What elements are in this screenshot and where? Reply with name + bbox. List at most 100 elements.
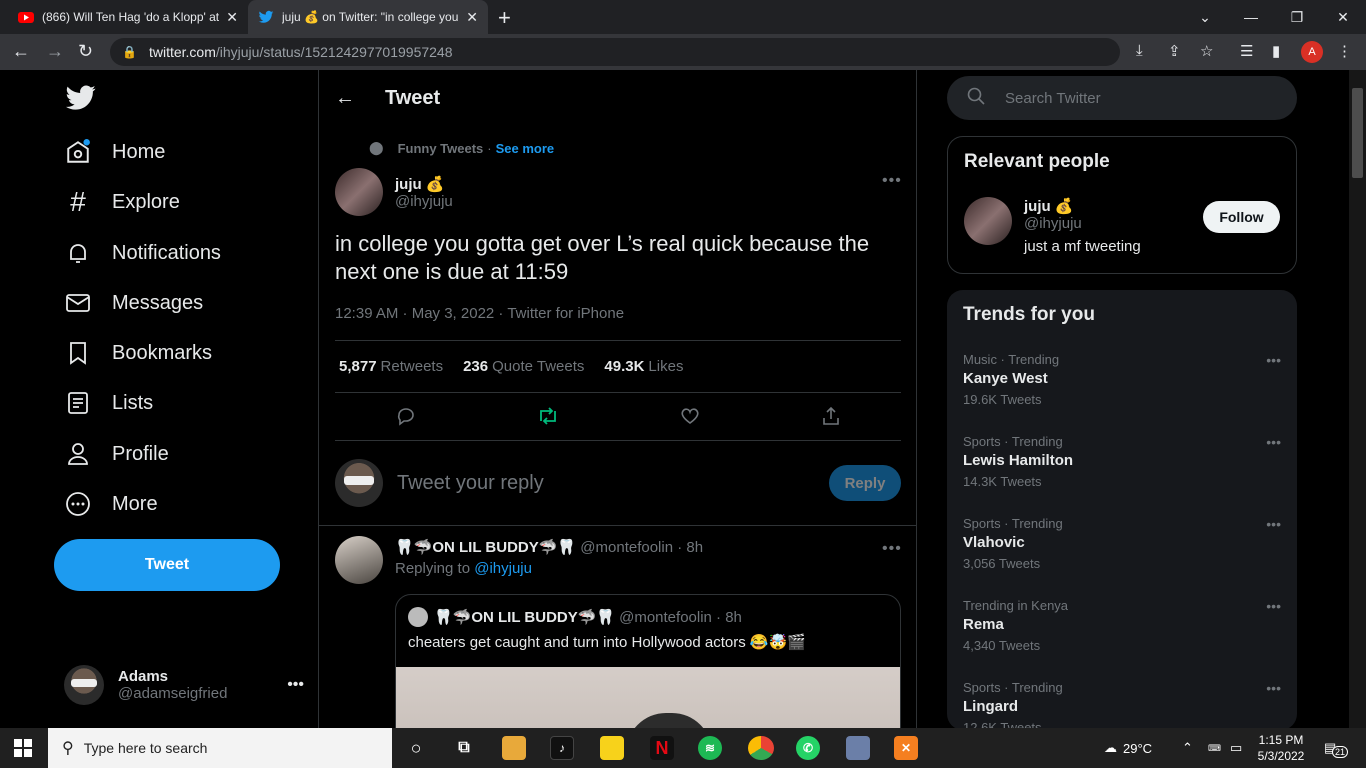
page-scrollbar[interactable]	[1349, 70, 1366, 728]
reply-icon[interactable]	[396, 406, 416, 431]
xampp-icon[interactable]: ✕	[894, 736, 918, 760]
install-icon[interactable]: ⤓	[1136, 42, 1143, 59]
see-more-link[interactable]: See more	[496, 141, 555, 156]
relevant-person[interactable]: juju 💰 @ihyjuju just a mf tweeting	[964, 197, 1141, 255]
retweet-count[interactable]: 5,877	[339, 358, 377, 375]
battery-icon[interactable]: ▭	[1230, 728, 1242, 768]
reply-input[interactable]: Tweet your reply	[397, 472, 829, 495]
reply-author-name[interactable]: 🦷🦈ON LIL BUDDY🦈🦷	[395, 539, 576, 556]
trend-item[interactable]: Sports · Trending Lewis Hamilton 14.3K T…	[963, 434, 1281, 489]
trend-item[interactable]: Sports · Trending Vlahovic 3,056 Tweets …	[963, 516, 1281, 571]
close-window-icon[interactable]: ✕	[1320, 0, 1366, 34]
spotify-icon[interactable]: ≋	[698, 736, 722, 760]
chrome-icon[interactable]	[748, 736, 774, 760]
more-dots-icon[interactable]: •••	[1266, 680, 1281, 696]
media-control-icon[interactable]: ☰	[1240, 42, 1253, 60]
back-arrow-icon[interactable]: ←	[12, 41, 30, 62]
forward-arrow-icon[interactable]: →	[46, 41, 64, 62]
tweet-meta[interactable]: 12:39 AM · May 3, 2022 · Twitter for iPh…	[335, 305, 624, 322]
like-label[interactable]: Likes	[648, 358, 683, 375]
author-name[interactable]: juju 💰	[395, 175, 453, 193]
avatar[interactable]	[335, 168, 383, 216]
trend-item[interactable]: Music · Trending Kanye West 19.6K Tweets…	[963, 352, 1281, 407]
more-dots-icon[interactable]: •••	[882, 540, 902, 558]
taskbar-search[interactable]: ⚲ Type here to search	[48, 728, 392, 768]
sidebar-item-notifications[interactable]: Notifications	[64, 239, 221, 267]
quoted-tweet[interactable]: 🦷🦈ON LIL BUDDY🦈🦷 @montefoolin · 8h cheat…	[395, 594, 901, 728]
tweet-button[interactable]: Tweet	[54, 539, 280, 591]
minimize-icon[interactable]: —	[1228, 0, 1274, 34]
retweet-label[interactable]: Retweets	[381, 358, 444, 375]
reply-button[interactable]: Reply	[829, 465, 901, 501]
more-dots-icon[interactable]: •••	[1266, 516, 1281, 532]
browser-tab-youtube[interactable]: (866) Will Ten Hag 'do a Klopp' at ✕	[8, 0, 248, 34]
sidebar-item-lists[interactable]: Lists	[64, 389, 153, 417]
retweet-icon[interactable]	[537, 406, 559, 431]
sidebar-item-home[interactable]: Home	[64, 138, 165, 166]
more-dots-icon[interactable]: •••	[287, 676, 304, 694]
sidebar-item-explore[interactable]: # Explore	[64, 186, 180, 217]
trend-item[interactable]: Trending in Kenya Rema 4,340 Tweets •••	[963, 598, 1281, 653]
sidebar-item-bookmarks[interactable]: Bookmarks	[64, 339, 212, 367]
close-tab-icon[interactable]: ✕	[226, 9, 238, 26]
close-tab-icon[interactable]: ✕	[466, 9, 478, 26]
notification-center-icon[interactable]: ▤ 21	[1324, 728, 1349, 768]
side-panel-icon[interactable]: ▮	[1272, 42, 1280, 60]
netflix-icon[interactable]: N	[650, 736, 674, 760]
windows-start-icon[interactable]	[14, 739, 32, 762]
photos-app-icon[interactable]	[846, 736, 870, 760]
trend-item[interactable]: Sports · Trending Lingard 12.6K Tweets •…	[963, 680, 1281, 730]
topic-name[interactable]: Funny Tweets	[398, 141, 484, 156]
list-icon	[64, 389, 92, 417]
more-dots-icon[interactable]: •••	[1266, 434, 1281, 450]
more-dots-icon[interactable]: •••	[1266, 352, 1281, 368]
quote-media-image[interactable]	[396, 667, 900, 728]
file-explorer-icon[interactable]	[502, 736, 526, 760]
like-count[interactable]: 49.3K	[604, 358, 644, 375]
cortana-icon[interactable]: ○	[404, 736, 428, 760]
avatar[interactable]	[335, 536, 383, 584]
reload-icon[interactable]: ↻	[78, 41, 93, 62]
quote-label[interactable]: Quote Tweets	[492, 358, 584, 375]
browser-tab-twitter[interactable]: juju 💰 on Twitter: "in college you ✕	[248, 0, 488, 34]
whatsapp-icon[interactable]: ✆	[796, 736, 820, 760]
tab-search-icon[interactable]: ⌄	[1182, 0, 1228, 34]
like-heart-icon[interactable]	[680, 406, 700, 431]
more-dots-icon[interactable]: •••	[882, 172, 902, 190]
reply-author-handle[interactable]: @montefoolin · 8h	[580, 539, 703, 556]
relevant-people-panel: Relevant people juju 💰 @ihyjuju just a m…	[947, 136, 1297, 274]
browser-profile-avatar[interactable]: A	[1301, 41, 1323, 63]
taskbar-clock[interactable]: 1:15 PM 5/3/2022	[1252, 732, 1310, 764]
input-method-icon[interactable]: ⌨	[1208, 728, 1221, 768]
twitter-logo-icon[interactable]	[66, 85, 96, 116]
menu-kebab-icon[interactable]: ⋮	[1337, 42, 1352, 60]
avatar[interactable]	[964, 197, 1012, 245]
tweet-author[interactable]: juju 💰 @ihyjuju	[335, 168, 453, 216]
account-switcher[interactable]: Adams @adamseigfried •••	[64, 660, 304, 710]
sticky-notes-icon[interactable]	[600, 736, 624, 760]
share-icon[interactable]	[821, 406, 841, 431]
tiktok-icon[interactable]: ♪	[550, 736, 574, 760]
restore-icon[interactable]: ❐	[1274, 0, 1320, 34]
scrollbar-thumb[interactable]	[1352, 88, 1363, 178]
quote-count[interactable]: 236	[463, 358, 488, 375]
bookmark-star-icon[interactable]: ☆	[1200, 42, 1213, 60]
search-input[interactable]: Search Twitter	[947, 76, 1297, 120]
back-arrow-icon[interactable]: ←	[335, 87, 355, 110]
share-icon[interactable]: ⇪	[1168, 42, 1181, 60]
sidebar-item-profile[interactable]: Profile	[64, 440, 169, 468]
clock-date: 5/3/2022	[1257, 749, 1305, 763]
person-handle[interactable]: @ihyjuju	[1024, 215, 1141, 232]
sidebar-item-more[interactable]: More	[64, 490, 158, 518]
more-dots-icon[interactable]: •••	[1266, 598, 1281, 614]
replying-handle-link[interactable]: @ihyjuju	[474, 560, 532, 577]
author-handle[interactable]: @ihyjuju	[395, 193, 453, 210]
task-view-icon[interactable]: ⧉	[452, 736, 476, 760]
new-tab-icon[interactable]: +	[498, 5, 511, 31]
person-name[interactable]: juju 💰	[1024, 197, 1141, 215]
address-bar[interactable]: 🔒 twitter.com/ihyjuju/status/15212429770…	[110, 38, 1120, 66]
follow-button[interactable]: Follow	[1203, 201, 1280, 233]
tray-expand-icon[interactable]: ⌃	[1182, 728, 1193, 768]
weather-widget[interactable]: ☁ 29°C	[1104, 728, 1152, 768]
sidebar-item-messages[interactable]: Messages	[64, 289, 203, 317]
